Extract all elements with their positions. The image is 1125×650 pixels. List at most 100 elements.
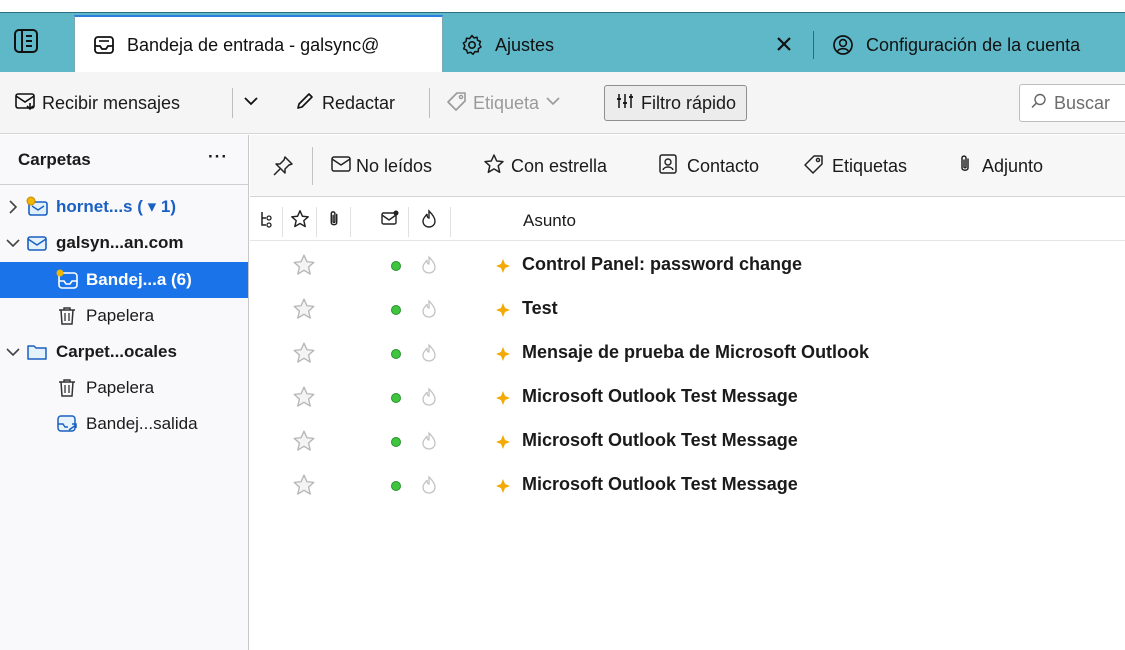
chevron-down-icon [545,93,561,114]
message-row[interactable]: Mensaje de prueba de Microsoft Outlook [250,331,1125,375]
folder-label: Bandej...salida [86,414,198,433]
chevron-down-icon[interactable] [4,234,26,252]
folder-item-hornet-account[interactable]: hornet...s ( ▾ 1) [0,189,248,225]
folder-item-inbox[interactable]: Bandej...a (6) [0,262,248,298]
chevron-down-icon[interactable] [4,343,26,361]
tab-settings[interactable]: Ajustes [443,17,813,73]
search-placeholder: Buscar [1054,92,1111,113]
quick-filter-button[interactable]: Filtro rápido [604,85,748,121]
column-subject[interactable]: Asunto [523,211,576,231]
filter-contact-button[interactable]: Contacto [657,152,759,180]
message-row[interactable]: Microsoft Outlook Test Message [250,375,1125,419]
chevron-right-icon[interactable] [4,198,26,216]
get-messages-label: Recibir mensajes [42,92,181,113]
folder-item-trash[interactable]: Papelera [0,298,248,334]
star-icon[interactable] [292,341,316,365]
folder-label: Papelera [86,306,155,325]
get-messages-button[interactable]: Recibir mensajes [14,85,180,121]
folder-item-local-trash[interactable]: Papelera [0,370,248,406]
message-subject: Control Panel: password change [522,254,803,274]
filter-unread-label: No leídos [356,155,433,176]
folder-item-galsync-account[interactable]: galsyn...an.com [0,225,248,261]
junk-icon[interactable] [420,475,438,495]
tag-icon [445,90,469,117]
filter-starred-label: Con estrella [511,155,608,176]
unread-dot[interactable] [391,261,401,271]
trash-icon [56,377,78,399]
star-icon[interactable] [292,253,316,277]
inbox-icon [56,269,78,291]
junk-icon[interactable] [420,431,438,451]
paperclip-icon [956,153,974,180]
message-row[interactable]: Control Panel: password change [250,243,1125,287]
pin-icon[interactable] [272,152,294,180]
tab-inbox-label: Bandeja de entrada - galsync@ [127,34,380,55]
filter-unread-button[interactable]: No leídos [330,152,432,180]
tab-bar: Bandeja de entrada - galsync@ Ajustes Co… [0,12,1125,73]
folder-icon [26,341,48,363]
pencil-icon [294,90,316,117]
message-list-header: Asunto [250,197,1125,241]
junk-icon[interactable] [420,387,438,407]
toolbar-divider [232,88,233,118]
folder-label: galsyn...an.com [56,233,184,252]
account-icon [832,34,854,56]
message-row[interactable]: Test [250,287,1125,331]
filter-tags-button[interactable]: Etiquetas [802,152,907,180]
quick-filter-bar: No leídos Con estrella Contacto Etiqueta… [250,135,1125,197]
unread-dot[interactable] [391,305,401,315]
unread-mail-icon [330,154,352,179]
junk-icon[interactable] [420,299,438,319]
message-subject: Test [522,298,558,318]
tag-button[interactable]: Etiqueta [445,85,561,121]
folder-item-outbox[interactable]: Bandej...salida [0,406,248,442]
folder-item-local-folders[interactable]: Carpet...ocales [0,334,248,370]
star-icon [483,153,505,180]
get-messages-dropdown[interactable] [242,85,260,121]
server-icon [26,196,48,218]
tab-inbox[interactable]: Bandeja de entrada - galsync@ [74,15,443,73]
search-input[interactable]: Buscar [1019,84,1125,122]
outbox-icon [56,413,78,435]
star-icon[interactable] [292,385,316,409]
tag-label: Etiqueta [473,92,540,113]
folder-label: Carpet...ocales [56,342,177,361]
message-row[interactable]: Microsoft Outlook Test Message [250,419,1125,463]
message-subject: Microsoft Outlook Test Message [522,474,798,494]
star-icon[interactable] [292,429,316,453]
tab-account-settings[interactable]: Configuración de la cuenta [814,17,1125,73]
mail-account-icon [26,232,48,254]
filter-starred-button[interactable]: Con estrella [483,152,607,180]
get-messages-icon [14,90,38,117]
new-message-icon [496,478,510,493]
quick-filter-label: Filtro rápido [641,92,737,113]
filter-attachment-button[interactable]: Adjunto [956,152,1043,180]
unread-dot[interactable] [391,349,401,359]
unread-dot[interactable] [391,393,401,403]
unread-dot[interactable] [391,481,401,491]
gear-icon [461,34,483,56]
new-message-icon [496,258,510,273]
toolbar-divider [429,88,430,118]
read-status-icon[interactable] [380,209,400,229]
message-subject: Microsoft Outlook Test Message [522,430,798,450]
unread-dot[interactable] [391,437,401,447]
close-icon[interactable] [773,33,795,55]
message-row[interactable]: Microsoft Outlook Test Message [250,463,1125,507]
filter-tags-label: Etiquetas [832,155,908,176]
write-label: Redactar [322,92,396,113]
tab-settings-label: Ajustes [495,34,555,55]
junk-icon[interactable] [420,343,438,363]
star-icon[interactable] [292,297,316,321]
tab-account-label: Configuración de la cuenta [866,34,1081,55]
paperclip-icon[interactable] [325,209,345,229]
star-icon[interactable] [292,473,316,497]
junk-icon[interactable] [420,255,438,275]
write-button[interactable]: Redactar [294,85,395,121]
contact-icon [657,153,679,180]
folder-pane-menu-button[interactable]: ··· [208,147,228,167]
junk-icon[interactable] [420,209,440,229]
star-icon[interactable] [290,209,310,229]
spaces-toolbar-icon[interactable] [12,27,40,55]
thread-icon[interactable] [258,209,278,229]
